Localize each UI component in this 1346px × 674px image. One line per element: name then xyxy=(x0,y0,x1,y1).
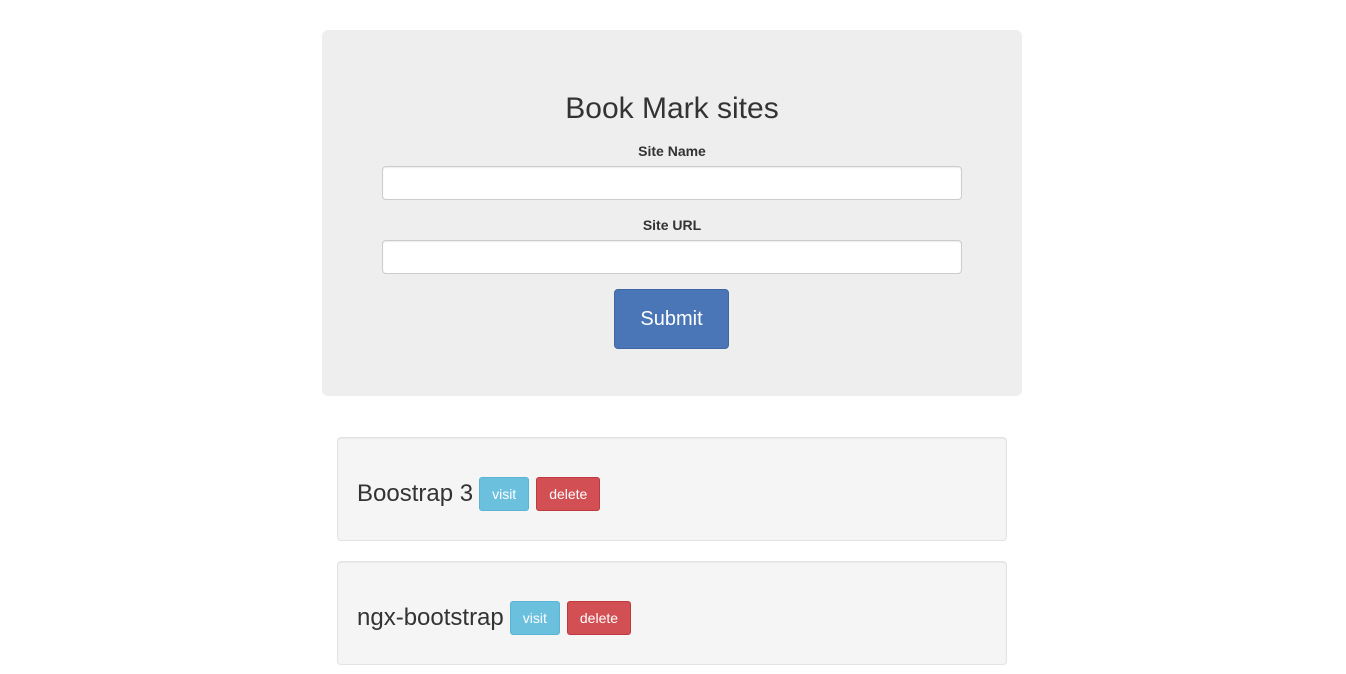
site-url-label: Site URL xyxy=(642,217,702,233)
site-name-input[interactable] xyxy=(382,166,962,200)
bookmark-form-panel: Book Mark sites Site Name Site URL Submi… xyxy=(322,30,1022,396)
bookmark-row: ngx-bootstrap visit delete xyxy=(357,601,638,635)
page-title: Book Mark sites xyxy=(565,92,779,125)
bookmark-item: Boostrap 3 visit delete xyxy=(337,437,1007,541)
visit-button[interactable]: visit xyxy=(509,601,560,635)
bookmark-row: Boostrap 3 visit delete xyxy=(357,477,607,511)
bookmark-name: ngx-bootstrap xyxy=(357,604,504,631)
delete-button[interactable]: delete xyxy=(536,477,601,511)
site-url-input[interactable] xyxy=(382,240,962,274)
site-name-label: Site Name xyxy=(638,143,706,159)
bookmark-item: ngx-bootstrap visit delete xyxy=(337,561,1007,665)
delete-button[interactable]: delete xyxy=(566,601,632,635)
bookmark-name: Boostrap 3 xyxy=(357,480,474,507)
visit-button[interactable]: visit xyxy=(479,477,530,511)
submit-button[interactable]: Submit xyxy=(614,289,729,349)
